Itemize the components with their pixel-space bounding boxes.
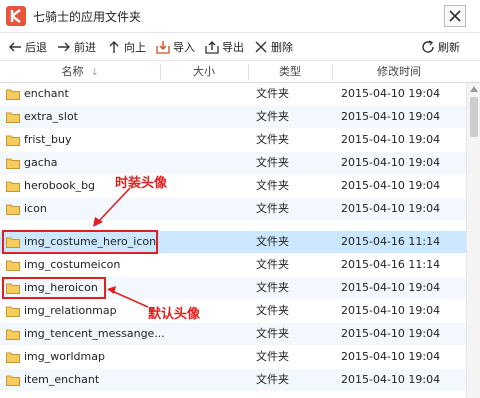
annotation-costume-avatar: 时装头像 <box>115 176 168 191</box>
annotation-default-avatar: 默认头像 <box>148 307 201 322</box>
annotation-arrows <box>93 187 149 308</box>
